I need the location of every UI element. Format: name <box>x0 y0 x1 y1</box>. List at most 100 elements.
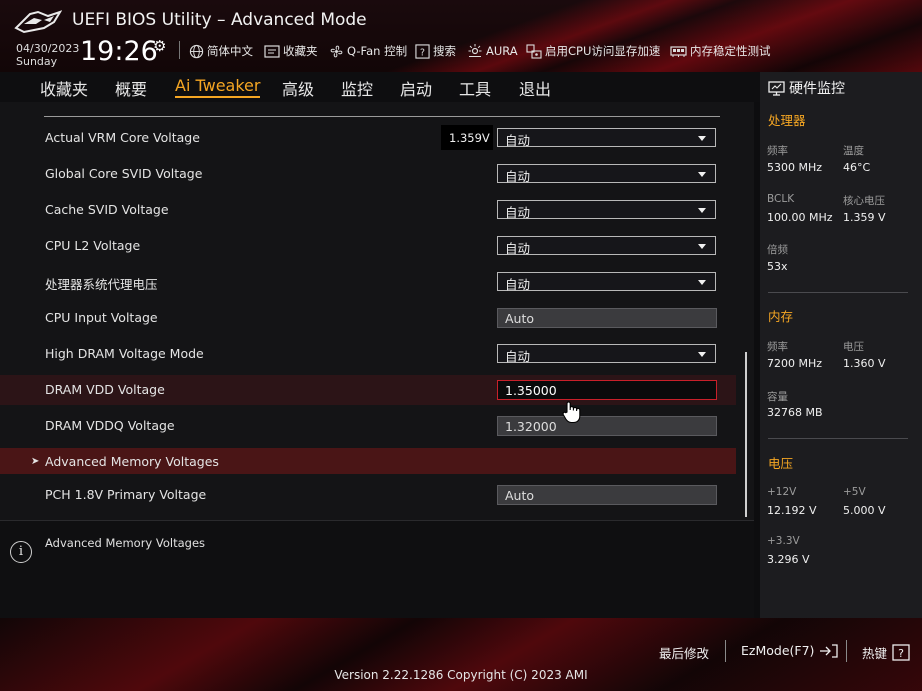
ratio-value: 53x <box>767 260 788 273</box>
setting-row-cpu-l2-voltage: CPU L2 Voltage 自动 <box>0 231 736 261</box>
tab-advanced[interactable]: 高级 <box>282 76 314 100</box>
setting-row-global-core-svid-voltage: Global Core SVID Voltage 自动 <box>0 159 736 189</box>
cpu-temp-value: 46°C <box>843 161 871 174</box>
last-modified-label: 最后修改 <box>659 646 710 661</box>
field-value: Auto <box>505 311 535 326</box>
search-button[interactable]: ? 搜索 <box>415 43 456 59</box>
date-text: 04/30/2023 <box>16 42 80 55</box>
setting-row-pch-primary-voltage: PCH 1.8V Primary Voltage Auto <box>0 480 736 510</box>
cpu-l2-voltage-dropdown[interactable]: 自动 <box>497 236 716 256</box>
cpu-section-title: 处理器 <box>768 113 806 128</box>
actual-vrm-core-voltage-dropdown[interactable]: 自动 <box>497 128 716 148</box>
tab-monitor[interactable]: 监控 <box>341 76 373 100</box>
aura-button[interactable]: AURA <box>467 43 518 58</box>
v12-label: +12V <box>767 486 797 498</box>
voltage-section-title: 电压 <box>768 456 794 471</box>
mem-volt-label: 电压 <box>843 341 864 353</box>
setting-row-cache-svid-voltage: Cache SVID Voltage 自动 <box>0 195 736 225</box>
resizable-bar-label: 启用CPU访问显存加速 <box>545 44 661 58</box>
dropdown-value: 自动 <box>505 133 531 148</box>
tab-favorites[interactable]: 收藏夹 <box>40 76 88 100</box>
setting-label: Actual VRM Core Voltage <box>45 130 200 145</box>
help-box-icon: ? <box>892 644 910 661</box>
vcore-value: 1.359 V <box>843 211 886 224</box>
settings-scrollbar[interactable] <box>745 352 747 517</box>
fan-icon <box>330 45 343 57</box>
ezmode-button[interactable]: EzMode(F7) <box>741 643 839 658</box>
qfan-label: Q-Fan 控制 <box>347 44 408 58</box>
setting-label: CPU Input Voltage <box>45 310 158 325</box>
cpu-memory-icon <box>526 43 542 59</box>
info-icon: i <box>10 541 32 563</box>
favorites-label: 收藏夹 <box>283 44 318 58</box>
hardware-monitor-title-text: 硬件监控 <box>789 81 845 97</box>
ezmode-label: EzMode(F7) <box>741 643 815 658</box>
mem-freq-label: 频率 <box>767 341 788 353</box>
tab-tool[interactable]: 工具 <box>459 76 491 100</box>
favorites-button[interactable]: 收藏夹 <box>264 43 318 59</box>
setting-row-dram-vdd-voltage: DRAM VDD Voltage 1.35000 <box>0 375 736 405</box>
advanced-memory-voltages-submenu[interactable]: ➤ Advanced Memory Voltages <box>0 448 736 474</box>
chevron-right-icon: ➤ <box>31 456 40 467</box>
last-modified-button[interactable]: 最后修改 <box>659 643 709 662</box>
v5-value: 5.000 V <box>843 504 886 517</box>
memory-module-icon <box>670 45 687 57</box>
chevron-down-icon <box>698 208 706 213</box>
setting-label: Global Core SVID Voltage <box>45 166 203 181</box>
aura-light-icon <box>468 44 482 57</box>
chevron-down-icon <box>698 352 706 357</box>
cache-svid-voltage-dropdown[interactable]: 自动 <box>497 200 716 220</box>
setting-row-dram-vddq-voltage: DRAM VDDQ Voltage 1.32000 <box>0 411 736 441</box>
tab-exit[interactable]: 退出 <box>519 76 551 100</box>
chevron-down-icon <box>698 172 706 177</box>
memtest-button[interactable]: 内存稳定性测试 <box>670 43 771 59</box>
high-dram-voltage-mode-dropdown[interactable]: 自动 <box>497 344 716 364</box>
setting-label: Cache SVID Voltage <box>45 202 169 217</box>
language-button[interactable]: 简体中文 <box>189 43 253 59</box>
dram-vddq-voltage-field[interactable]: 1.32000 <box>497 416 717 436</box>
sidebar-divider <box>768 438 908 439</box>
setting-row-actual-vrm-core-voltage: Actual VRM Core Voltage 1.359V 自动 <box>0 123 736 153</box>
bclk-label: BCLK <box>767 193 795 205</box>
dropdown-value: 自动 <box>505 205 531 220</box>
qfan-button[interactable]: Q-Fan 控制 <box>329 43 407 59</box>
cpu-input-voltage-field[interactable]: Auto <box>497 308 717 328</box>
help-box-icon: ? <box>415 43 430 59</box>
v33-value: 3.296 V <box>767 553 810 566</box>
memtest-label: 内存稳定性测试 <box>690 44 771 58</box>
clock: 19:26 <box>80 36 158 67</box>
setting-row-system-agent-voltage: 处理器系统代理电压 自动 <box>0 267 736 297</box>
hardware-monitor-sidebar: 硬件监控 处理器 频率 温度 5300 MHz 46°C BCLK 核心电压 1… <box>760 72 922 618</box>
system-agent-voltage-dropdown[interactable]: 自动 <box>497 272 716 292</box>
voltage-readout-text: 1.359V <box>449 131 490 145</box>
setting-label: PCH 1.8V Primary Voltage <box>45 487 207 502</box>
day-text: Sunday <box>16 55 58 68</box>
dram-vdd-voltage-input[interactable]: 1.35000 <box>497 380 717 400</box>
mem-freq-value: 7200 MHz <box>767 357 823 370</box>
section-divider <box>44 116 720 117</box>
date-display: 04/30/2023 Sunday <box>16 42 79 68</box>
chevron-down-icon <box>698 280 706 285</box>
chevron-down-icon <box>698 244 706 249</box>
global-core-svid-voltage-dropdown[interactable]: 自动 <box>497 164 716 184</box>
rog-logo <box>14 10 62 34</box>
field-value: 1.32000 <box>505 419 557 434</box>
language-label: 简体中文 <box>207 44 253 58</box>
hotkeys-button[interactable]: 热键 ? <box>862 643 910 662</box>
tab-ai-tweaker[interactable]: Ai Tweaker <box>175 76 261 98</box>
pch-primary-voltage-field[interactable]: Auto <box>497 485 717 505</box>
gear-icon[interactable]: ⚙ <box>153 37 166 55</box>
sidebar-divider <box>768 292 908 293</box>
dropdown-value: 自动 <box>505 349 531 364</box>
bclk-value: 100.00 MHz <box>767 211 833 224</box>
resizable-bar-button[interactable]: 启用CPU访问显存加速 <box>526 43 660 59</box>
setting-label: 处理器系统代理电压 <box>45 277 158 292</box>
setting-row-cpu-input-voltage: CPU Input Voltage Auto <box>0 303 736 333</box>
tab-overview[interactable]: 概要 <box>115 76 147 100</box>
aura-label: AURA <box>486 43 518 58</box>
bookmark-icon <box>264 44 280 58</box>
version-text: Version 2.22.1286 Copyright (C) 2023 AMI <box>334 668 588 682</box>
mem-volt-value: 1.360 V <box>843 357 886 370</box>
tab-boot[interactable]: 启动 <box>400 76 432 100</box>
header-divider <box>179 41 180 59</box>
